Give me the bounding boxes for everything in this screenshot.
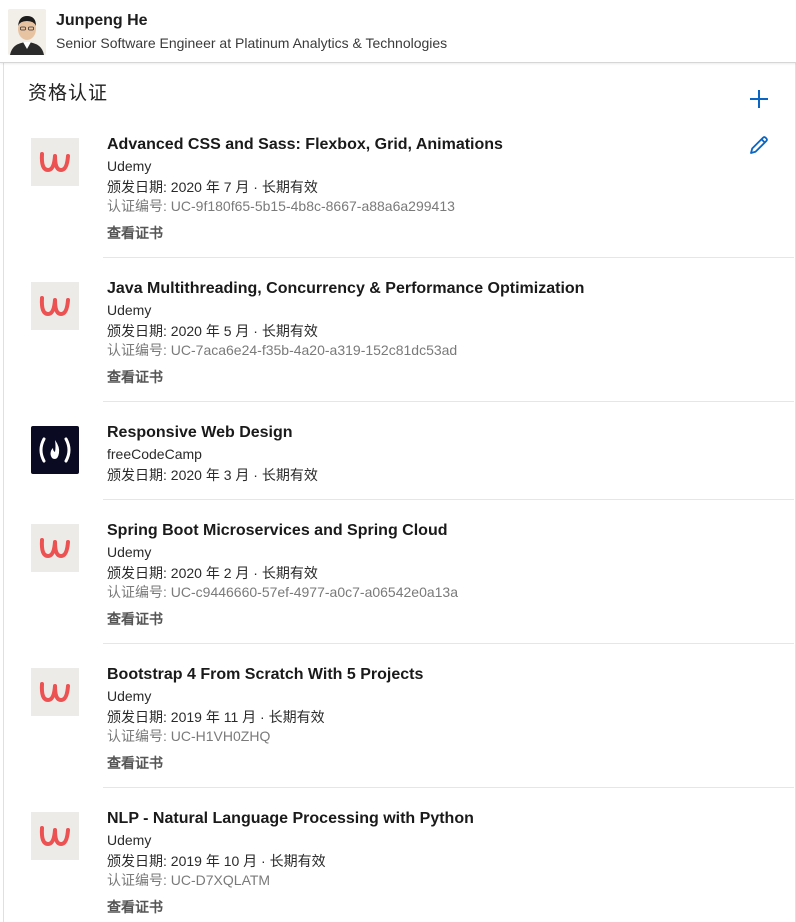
cert-issuer: Udemy [107, 544, 152, 560]
cert-issue-date: 颁发日期: 2020 年 5 月 · 长期有效 [107, 323, 318, 339]
divider [103, 401, 794, 402]
cert-title[interactable]: NLP - Natural Language Processing with P… [107, 810, 474, 828]
profile-name[interactable]: Junpeng He [56, 12, 148, 30]
cert-title[interactable]: Advanced CSS and Sass: Flexbox, Grid, An… [107, 136, 503, 154]
divider [103, 787, 794, 788]
udemy-logo[interactable] [31, 282, 79, 330]
cert-issue-date: 颁发日期: 2020 年 7 月 · 长期有效 [107, 179, 318, 195]
cert-issue-date: 颁发日期: 2019 年 10 月 · 长期有效 [107, 853, 326, 869]
divider [103, 257, 794, 258]
avatar[interactable] [8, 9, 46, 55]
cert-credential-id: 认证编号: UC-H1VH0ZHQ [107, 728, 271, 744]
udemy-logo[interactable] [31, 138, 79, 186]
udemy-logo[interactable] [31, 524, 79, 572]
edit-certifications-button[interactable] [744, 130, 774, 160]
udemy-icon [39, 538, 70, 558]
pencil-icon [750, 136, 768, 154]
udemy-logo[interactable] [31, 812, 79, 860]
view-certificate-link[interactable]: 查看证书 [107, 753, 163, 773]
udemy-icon [39, 152, 70, 172]
freecodecamp-icon [39, 437, 71, 463]
profile-header: Junpeng He Senior Software Engineer at P… [0, 0, 796, 63]
section-title: 资格认证 [28, 83, 109, 104]
profile-headline: Senior Software Engineer at Platinum Ana… [56, 35, 448, 51]
view-certificate-link[interactable]: 查看证书 [107, 223, 163, 243]
plus-icon [750, 90, 768, 108]
cert-issuer: Udemy [107, 302, 152, 318]
udemy-icon [39, 682, 70, 702]
divider [103, 643, 794, 644]
add-certification-button[interactable] [744, 84, 774, 114]
udemy-icon [39, 296, 70, 316]
cert-issuer: Udemy [107, 158, 152, 174]
view-certificate-link[interactable]: 查看证书 [107, 609, 163, 629]
cert-issue-date: 颁发日期: 2020 年 2 月 · 长期有效 [107, 565, 318, 581]
cert-credential-id: 认证编号: UC-D7XQLATM [107, 872, 271, 888]
divider [103, 499, 794, 500]
cert-credential-id: 认证编号: UC-c9446660-57ef-4977-a0c7-a06542e… [107, 584, 458, 600]
cert-title[interactable]: Bootstrap 4 From Scratch With 5 Projects [107, 666, 423, 684]
freecodecamp-logo[interactable] [31, 426, 79, 474]
cert-credential-id: 认证编号: UC-7aca6e24-f35b-4a20-a319-152c81d… [107, 342, 458, 358]
udemy-icon [39, 826, 70, 846]
udemy-logo[interactable] [31, 668, 79, 716]
cert-issue-date: 颁发日期: 2019 年 11 月 · 长期有效 [107, 709, 325, 725]
cert-issuer: Udemy [107, 832, 152, 848]
cert-title[interactable]: Java Multithreading, Concurrency & Perfo… [107, 280, 584, 298]
cert-title[interactable]: Spring Boot Microservices and Spring Clo… [107, 522, 447, 540]
cert-issue-date: 颁发日期: 2020 年 3 月 · 长期有效 [107, 467, 318, 483]
view-certificate-link[interactable]: 查看证书 [107, 897, 163, 917]
cert-title[interactable]: Responsive Web Design [107, 424, 293, 442]
cert-issuer: Udemy [107, 688, 152, 704]
cert-credential-id: 认证编号: UC-9f180f65-5b15-4b8c-8667-a88a6a2… [107, 198, 455, 214]
cert-issuer: freeCodeCamp [107, 446, 202, 462]
view-certificate-link[interactable]: 查看证书 [107, 367, 163, 387]
